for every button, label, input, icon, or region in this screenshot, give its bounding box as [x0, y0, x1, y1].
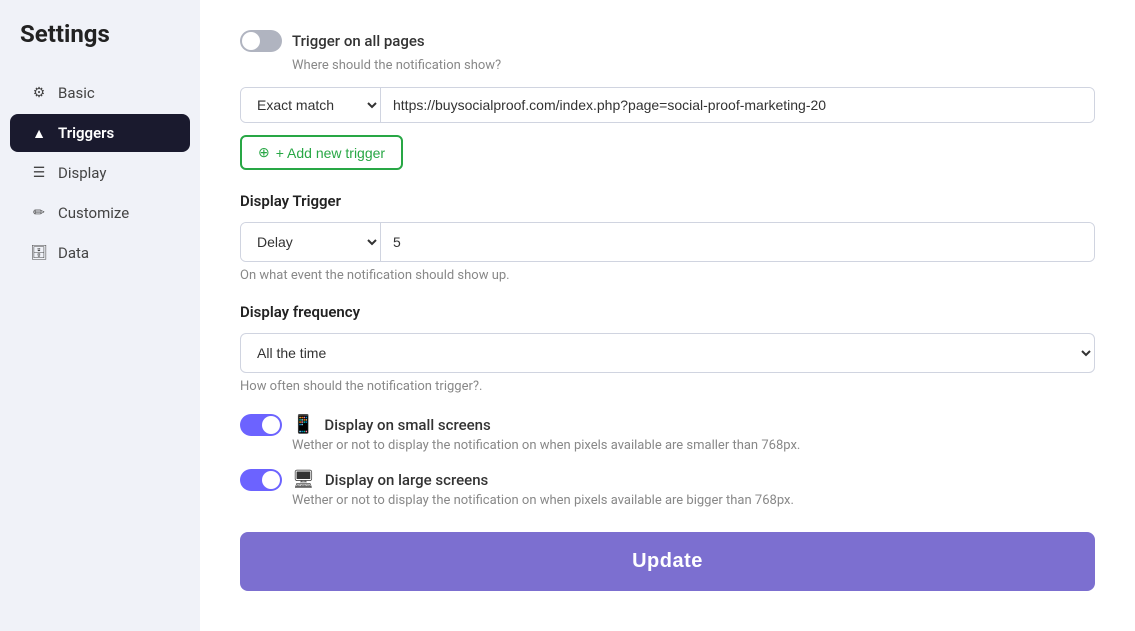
- sidebar-item-basic[interactable]: Basic: [10, 74, 190, 112]
- sidebar-item-display[interactable]: ☰ Display: [10, 154, 190, 192]
- sidebar-label-data: Data: [58, 244, 89, 262]
- delay-row: Delay Scroll Exit Intent Click: [240, 222, 1095, 262]
- small-screens-row: 📱 Display on small screens Wether or not…: [240, 414, 1095, 453]
- mobile-icon: 📱: [292, 414, 314, 435]
- delay-value-input[interactable]: [381, 223, 1094, 261]
- display-trigger-title: Display Trigger: [240, 192, 1095, 210]
- data-icon: 🗄: [30, 244, 48, 262]
- small-screens-label: Display on small screens: [324, 416, 490, 434]
- trigger-all-pages-sublabel: Where should the notification show?: [292, 58, 1095, 73]
- customize-icon: ✏: [30, 204, 48, 222]
- display-icon: ☰: [30, 164, 48, 182]
- large-screens-toggle[interactable]: [240, 469, 282, 491]
- trigger-all-pages-label: Trigger on all pages: [292, 32, 425, 50]
- large-screens-row: 🖥 Display on large screens Wether or not…: [240, 469, 1095, 508]
- delay-select[interactable]: Delay Scroll Exit Intent Click: [241, 223, 381, 261]
- delay-hint: On what event the notification should sh…: [240, 268, 1095, 283]
- sidebar: Settings Basic ▲ Triggers ☰ Display ✏ Cu…: [0, 0, 200, 631]
- add-trigger-label: + Add new trigger: [276, 145, 385, 161]
- sidebar-item-customize[interactable]: ✏ Customize: [10, 194, 190, 232]
- large-screens-hint: Wether or not to display the notificatio…: [292, 493, 794, 508]
- small-toggle-slider: [240, 414, 282, 436]
- update-button-label: Update: [632, 550, 703, 572]
- sidebar-label-customize: Customize: [58, 204, 129, 222]
- sidebar-label-display: Display: [58, 164, 106, 182]
- frequency-hint: How often should the notification trigge…: [240, 379, 1095, 394]
- toggle-slider: [240, 30, 282, 52]
- sidebar-label-basic: Basic: [58, 84, 95, 102]
- sidebar-item-data[interactable]: 🗄 Data: [10, 234, 190, 272]
- update-button[interactable]: Update: [240, 532, 1095, 591]
- add-trigger-button[interactable]: ⊕ + Add new trigger: [240, 135, 403, 170]
- small-screens-toggle[interactable]: [240, 414, 282, 436]
- frequency-title: Display frequency: [240, 303, 1095, 321]
- large-screens-content: 🖥 Display on large screens Wether or not…: [292, 469, 794, 508]
- sidebar-item-triggers[interactable]: ▲ Triggers: [10, 114, 190, 152]
- url-match-row: Exact match Contains Starts with Regex: [240, 87, 1095, 123]
- frequency-select[interactable]: All the time Once per session Once per d…: [240, 333, 1095, 373]
- url-match-select[interactable]: Exact match Contains Starts with Regex: [241, 88, 381, 122]
- monitor-icon: 🖥: [292, 469, 315, 490]
- page-title: Settings: [0, 20, 200, 72]
- trigger-icon: ▲: [30, 124, 48, 142]
- small-screens-content: 📱 Display on small screens Wether or not…: [292, 414, 800, 453]
- large-toggle-slider: [240, 469, 282, 491]
- gear-icon: [30, 84, 48, 102]
- trigger-all-pages-row: Trigger on all pages: [240, 30, 1095, 52]
- small-screens-hint: Wether or not to display the notificatio…: [292, 438, 800, 453]
- trigger-all-pages-toggle[interactable]: [240, 30, 282, 52]
- sidebar-label-triggers: Triggers: [58, 124, 114, 142]
- main-content: Trigger on all pages Where should the no…: [200, 0, 1135, 631]
- url-input[interactable]: [381, 88, 1094, 122]
- large-screens-label: Display on large screens: [325, 471, 488, 489]
- plus-circle-icon: ⊕: [258, 144, 270, 161]
